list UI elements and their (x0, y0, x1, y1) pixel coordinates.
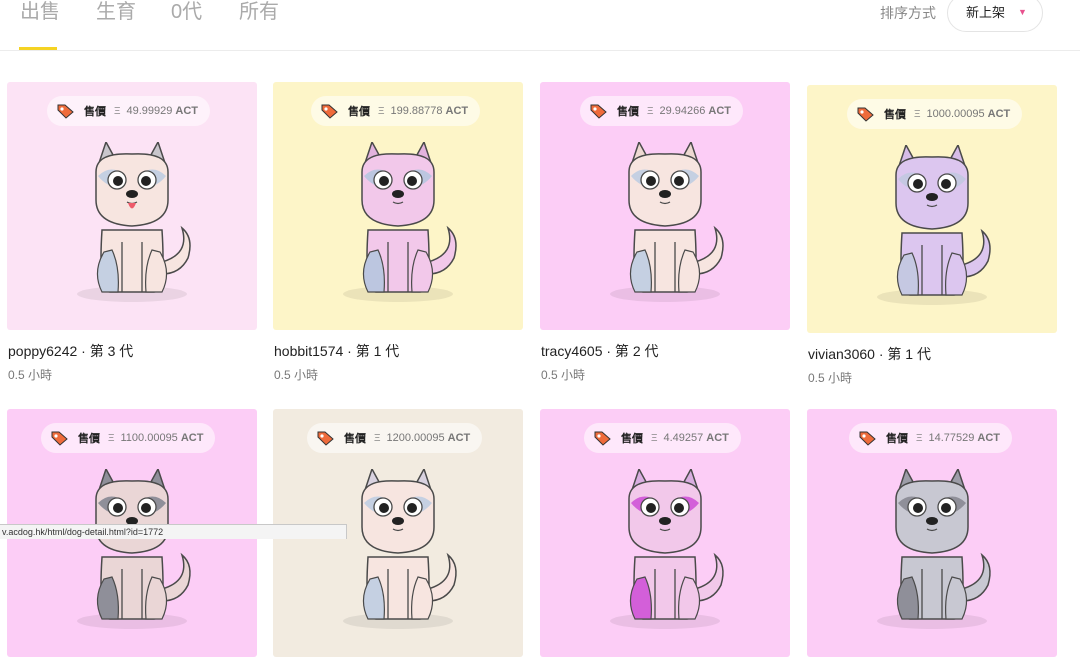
dog-avatar (862, 143, 1002, 325)
dog-listing-time: 0.5 小時 (274, 368, 319, 382)
dog-card-image[interactable]: 售價 Ξ 49.99929 ACT (7, 82, 257, 330)
tab-label: 出售 (20, 1, 60, 23)
sort-label: 排序方式 (880, 5, 936, 21)
price-badge: 售價 Ξ 29.94266 ACT (580, 96, 743, 126)
sort-dropdown[interactable]: 新上架 ▼ (947, 0, 1043, 32)
price-badge: 售價 Ξ 1000.00095 ACT (847, 99, 1023, 129)
currency-symbol: Ξ (651, 432, 658, 444)
dog-avatar (328, 467, 468, 649)
dog-name[interactable]: vivian3060 · 第 1 代 (808, 345, 931, 363)
sale-label: 售價 (348, 106, 370, 118)
tab-label: 生育 (96, 1, 136, 23)
tab-label: 所有 (239, 1, 279, 23)
status-bar-url: v.acdog.hk/html/dog-detail.html?id=1772 (0, 524, 347, 539)
chevron-down-icon: ▼ (1018, 7, 1027, 17)
top-nav: 出售 生育 0代 所有 排序方式 新上架 ▼ (0, 0, 1080, 51)
dog-name[interactable]: tracy4605 · 第 2 代 (541, 342, 659, 360)
dog-avatar (595, 467, 735, 649)
tab-sale[interactable]: 出售 (20, 0, 60, 24)
dog-card-image[interactable]: 售價 Ξ 199.88778 ACT (273, 82, 523, 330)
active-tab-indicator (19, 47, 57, 50)
dog-card-image[interactable]: 售價 Ξ 29.94266 ACT (540, 82, 790, 330)
price-tag-icon (590, 104, 607, 119)
price-badge: 售價 Ξ 1100.00095 ACT (41, 423, 216, 453)
price-tag-icon (857, 107, 874, 122)
currency-symbol: Ξ (114, 105, 121, 117)
price-tag-icon (317, 431, 334, 446)
price-tag-icon (594, 431, 611, 446)
tab-gen0[interactable]: 0代 (171, 0, 202, 24)
sale-label: 售價 (84, 106, 106, 118)
dog-avatar (328, 140, 468, 322)
price-amount: 1100.00095 (120, 432, 178, 444)
currency-symbol: Ξ (378, 105, 385, 117)
dog-avatar (62, 467, 202, 649)
price-tag-icon (51, 431, 68, 446)
price-tag-icon (321, 104, 338, 119)
tab-label: 0代 (171, 1, 203, 23)
price-badge: 售價 Ξ 14.77529 ACT (849, 423, 1012, 453)
price-amount: 49.99929 (126, 105, 173, 117)
dog-avatar (595, 140, 735, 322)
currency-code: ACT (708, 105, 731, 117)
dog-listing-time: 0.5 小時 (808, 371, 853, 385)
dog-name[interactable]: poppy6242 · 第 3 代 (8, 342, 133, 360)
currency-symbol: Ξ (108, 432, 115, 444)
sale-label: 售價 (617, 106, 639, 118)
price-badge: 售價 Ξ 49.99929 ACT (47, 96, 210, 126)
dog-name[interactable]: hobbit1574 · 第 1 代 (274, 342, 399, 360)
sale-label: 售價 (886, 433, 908, 445)
sale-label: 售價 (344, 433, 366, 445)
price-tag-icon (57, 104, 74, 119)
price-badge: 售價 Ξ 4.49257 ACT (584, 423, 741, 453)
currency-symbol: Ξ (914, 108, 921, 120)
dog-card-image[interactable]: 售價 Ξ 4.49257 ACT (540, 409, 790, 657)
sort-value: 新上架 (966, 5, 1006, 20)
sale-label: 售價 (78, 433, 100, 445)
currency-symbol: Ξ (374, 432, 381, 444)
currency-symbol: Ξ (647, 105, 654, 117)
sale-label: 售價 (621, 433, 643, 445)
currency-code: ACT (447, 432, 471, 444)
price-amount: 1200.00095 (386, 432, 445, 444)
price-amount: 14.77529 (928, 432, 975, 444)
price-amount: 199.88778 (390, 105, 443, 117)
dog-card-image[interactable]: 售價 Ξ 14.77529 ACT (807, 409, 1057, 657)
currency-code: ACT (987, 108, 1011, 120)
price-amount: 4.49257 (663, 432, 704, 444)
currency-code: ACT (977, 432, 1000, 444)
currency-code: ACT (180, 432, 204, 444)
price-amount: 29.94266 (659, 105, 706, 117)
dog-avatar (862, 467, 1002, 649)
currency-code: ACT (175, 105, 198, 117)
currency-code: ACT (706, 432, 729, 444)
currency-symbol: Ξ (916, 432, 923, 444)
dog-card-image[interactable]: 售價 Ξ 1000.00095 ACT (807, 85, 1057, 333)
sale-label: 售價 (884, 109, 906, 121)
price-badge: 售價 Ξ 1200.00095 ACT (307, 423, 483, 453)
price-amount: 1000.00095 (926, 108, 985, 120)
tab-all[interactable]: 所有 (239, 0, 279, 24)
price-tag-icon (859, 431, 876, 446)
currency-code: ACT (445, 105, 469, 117)
price-badge: 售價 Ξ 199.88778 ACT (311, 96, 481, 126)
tab-breed[interactable]: 生育 (96, 0, 136, 24)
dog-listing-time: 0.5 小時 (8, 368, 53, 382)
dog-listing-time: 0.5 小時 (541, 368, 586, 382)
dog-avatar (62, 140, 202, 322)
